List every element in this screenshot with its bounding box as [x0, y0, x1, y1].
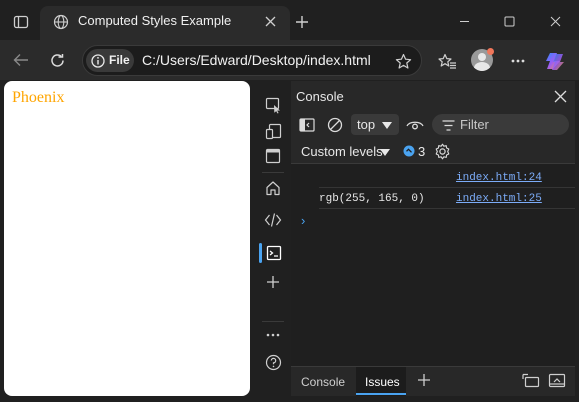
log-source-link[interactable]: index.html:25	[456, 193, 542, 205]
page-heading-text: Phoenix	[12, 89, 65, 106]
live-expression-eye-icon[interactable]	[405, 116, 425, 134]
favorite-star-icon[interactable]	[393, 51, 413, 71]
levels-chevron-down-icon	[379, 147, 391, 157]
log-row-divider	[319, 187, 575, 188]
profile-status-dot	[487, 48, 494, 55]
help-icon[interactable]	[263, 352, 283, 372]
page-viewport	[4, 81, 250, 396]
log-source-link[interactable]: index.html:24	[456, 172, 542, 184]
drawer-add-tab-icon[interactable]	[415, 371, 433, 389]
new-tab-icon[interactable]	[292, 12, 312, 32]
copilot-icon[interactable]	[543, 49, 567, 73]
devtools-panel-title: Console	[296, 89, 344, 104]
drawer-dock-icon[interactable]	[546, 371, 568, 389]
tab-title: Computed Styles Example	[78, 13, 232, 28]
drawer-tab-console-label: Console	[301, 375, 346, 389]
devtools-close-icon[interactable]	[552, 88, 568, 104]
device-emulation-icon[interactable]	[263, 121, 283, 141]
minimize-icon[interactable]	[454, 12, 474, 30]
log-levels-dropdown[interactable]: Custom levels	[301, 144, 383, 159]
rail-divider-bottom	[262, 321, 284, 322]
filter-icon	[441, 118, 455, 132]
sidebar-toggle-icon[interactable]	[298, 116, 316, 134]
refresh-icon[interactable]	[46, 49, 68, 71]
tab-close-icon[interactable]	[262, 13, 278, 29]
drawer-tab-issues-label: Issues	[365, 375, 400, 389]
welcome-panel-icon[interactable]	[263, 146, 283, 166]
issues-count: 3	[418, 144, 426, 159]
rail-active-indicator	[259, 243, 262, 263]
globe-icon	[52, 13, 70, 31]
window-close-icon[interactable]	[545, 12, 565, 30]
console-settings-gear-icon[interactable]	[432, 141, 452, 161]
maximize-icon[interactable]	[499, 12, 519, 30]
url-text[interactable]: C:/Users/Edward/Desktop/index.html	[142, 52, 371, 68]
elements-home-icon[interactable]	[263, 178, 283, 198]
log-message-text: rgb(255, 165, 0)	[319, 193, 425, 205]
drawer-quick-view-icon[interactable]	[519, 371, 541, 389]
more-tools-plus-icon[interactable]	[263, 272, 283, 292]
rail-more-icon[interactable]	[263, 327, 283, 343]
context-selector-label: top	[357, 117, 376, 132]
tab-actions-icon[interactable]	[10, 12, 32, 32]
drawer-active-tab-indicator	[356, 393, 406, 395]
favorites-icon[interactable]	[436, 51, 458, 71]
issues-badge-icon[interactable]	[402, 144, 416, 158]
info-icon	[90, 53, 105, 68]
more-options-icon[interactable]	[508, 51, 528, 71]
console-prompt-chevron[interactable]: ›	[301, 213, 305, 228]
back-icon[interactable]	[10, 50, 32, 70]
context-chevron-down-icon	[381, 120, 393, 130]
clear-console-icon[interactable]	[326, 116, 344, 134]
console-panel-icon[interactable]	[264, 243, 284, 263]
filter-placeholder: Filter	[460, 117, 489, 132]
site-info-label: File	[109, 53, 130, 67]
rail-divider	[262, 172, 284, 173]
sources-code-icon[interactable]	[263, 210, 283, 230]
log-row-divider	[319, 208, 575, 209]
inspect-icon[interactable]	[263, 95, 283, 115]
